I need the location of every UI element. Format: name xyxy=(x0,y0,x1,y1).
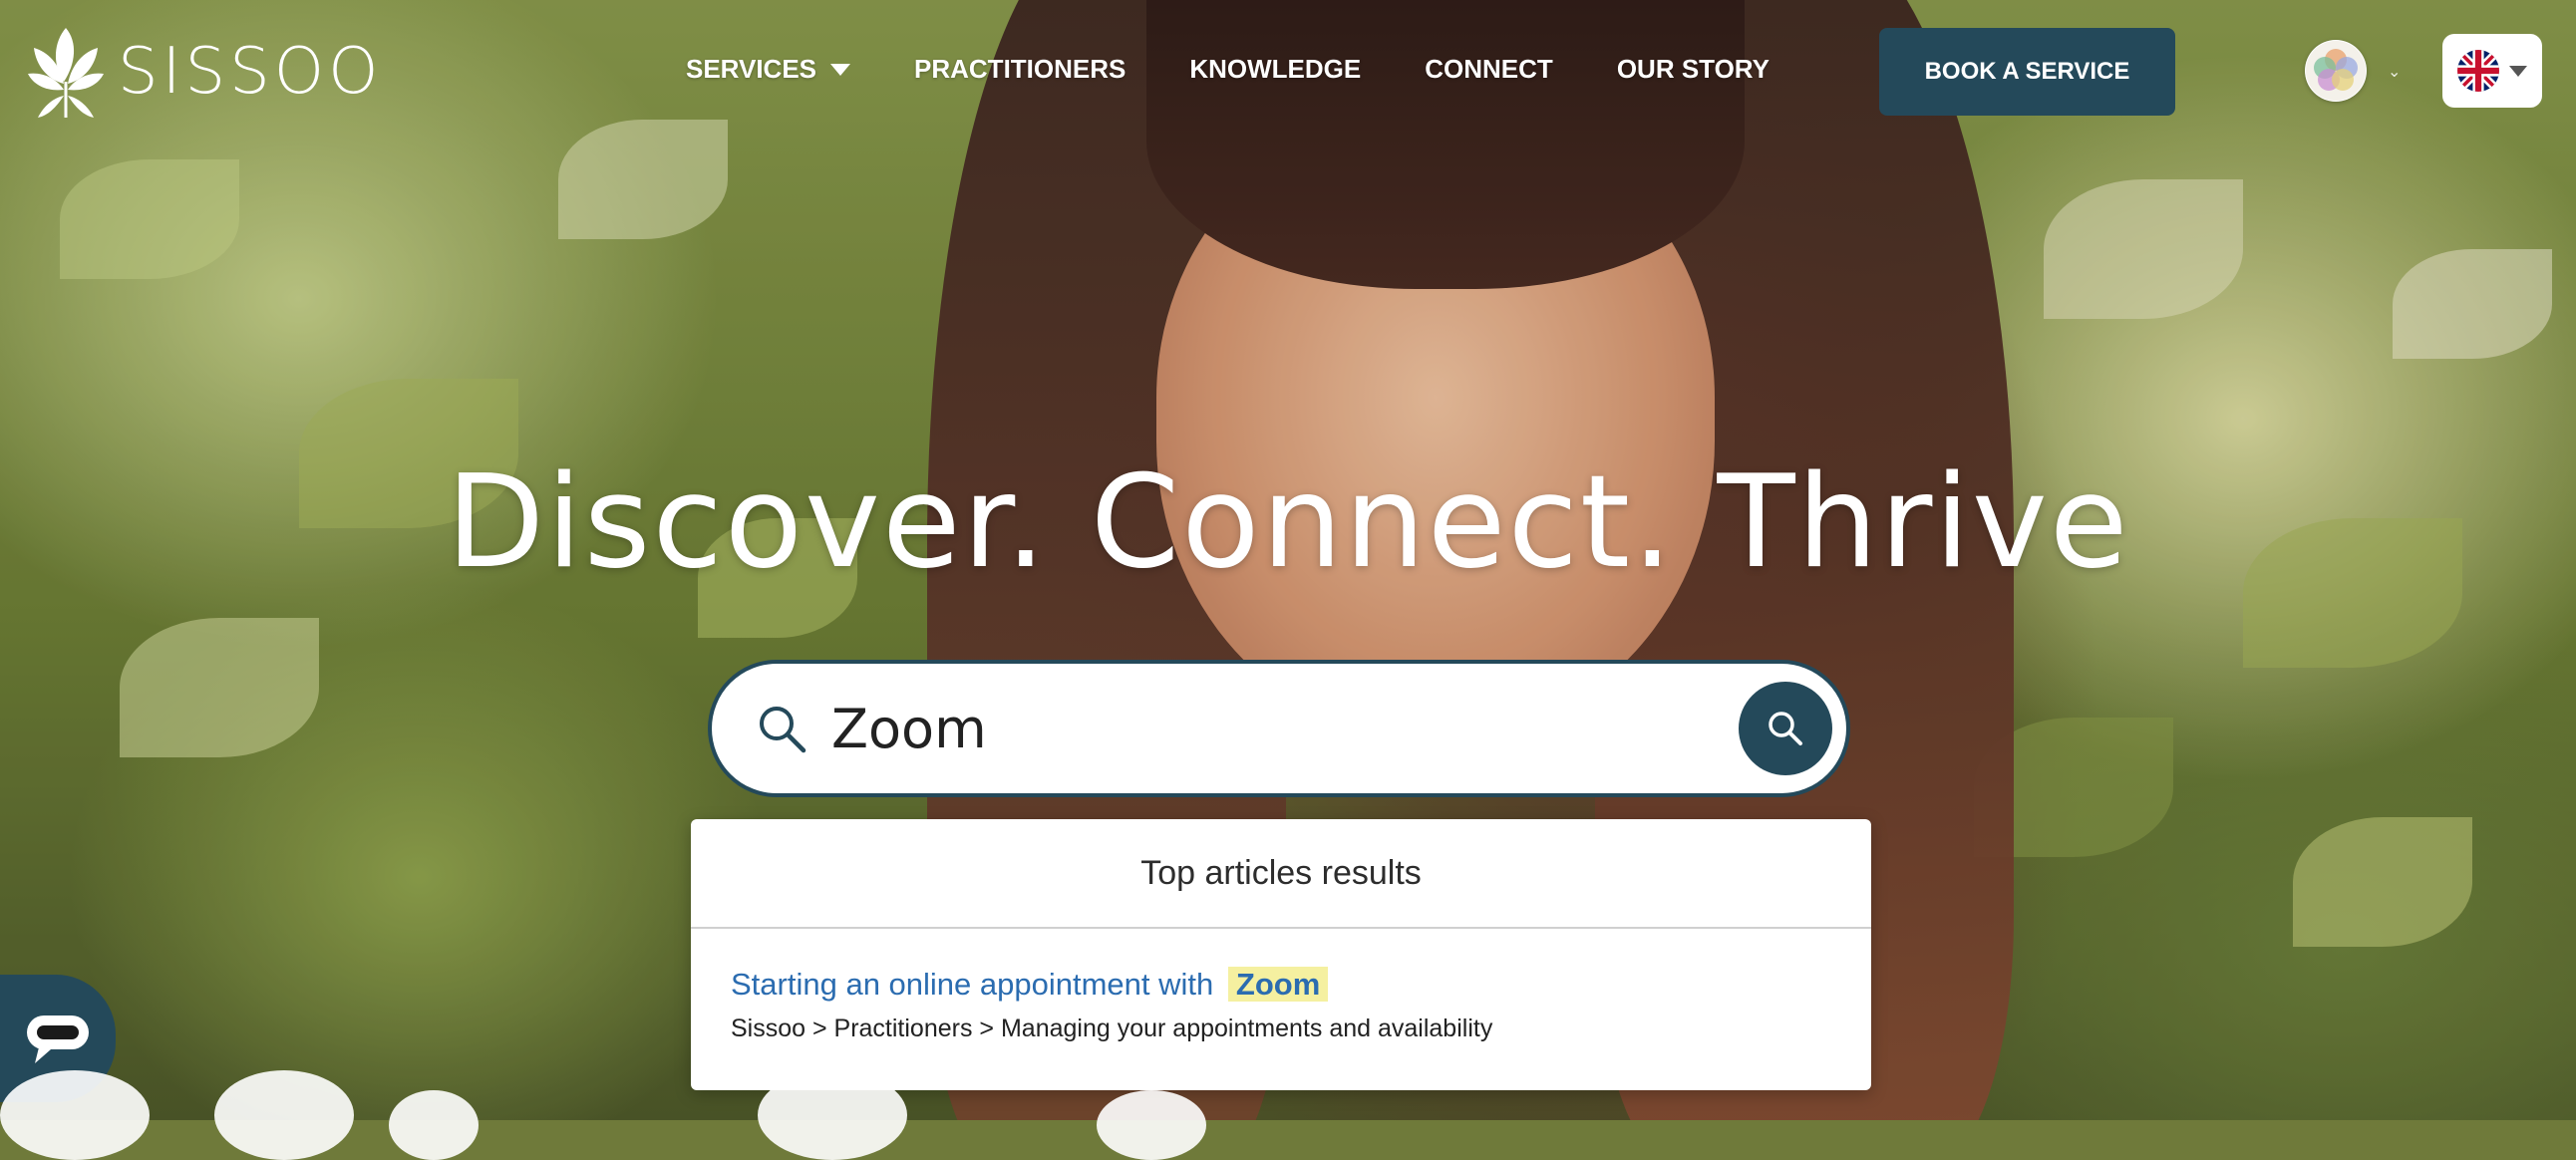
profile-avatar[interactable] xyxy=(2305,40,2367,102)
leaf-logo-icon xyxy=(28,28,104,118)
chevron-down-icon xyxy=(830,63,851,76)
search-icon xyxy=(760,707,806,753)
search-input[interactable] xyxy=(829,696,1681,761)
logo[interactable]: SISSOO xyxy=(26,24,383,120)
site-header: SISSOO SERVICES PRACTITIONERS KNOWLEDGE … xyxy=(0,0,2576,140)
result-breadcrumb: Sissoo > Practitioners > Managing your a… xyxy=(731,1015,1493,1042)
search-bar xyxy=(708,660,1850,797)
decorative-shapes xyxy=(0,1070,2576,1160)
book-a-service-button[interactable]: BOOK A SERVICE xyxy=(1879,28,2175,116)
nav-connect-label: CONNECT xyxy=(1425,54,1553,84)
mandala-avatar-icon xyxy=(2306,41,2366,101)
language-selector[interactable] xyxy=(2442,34,2542,108)
nav-practitioners[interactable]: PRACTITIONERS xyxy=(914,54,1126,85)
main-nav: SERVICES PRACTITIONERS KNOWLEDGE CONNECT… xyxy=(686,54,1833,85)
result-title-text: Starting an online appointment with xyxy=(731,967,1214,1002)
brand-name: SISSOO xyxy=(118,35,383,109)
uk-flag-icon xyxy=(2457,50,2499,92)
hero-title: Discover. Connect. Thrive xyxy=(446,448,2130,597)
nav-practitioners-label: PRACTITIONERS xyxy=(914,54,1127,84)
nav-services[interactable]: SERVICES xyxy=(686,54,851,85)
nav-knowledge[interactable]: KNOWLEDGE xyxy=(1189,54,1361,85)
results-header: Top articles results xyxy=(691,819,1871,929)
chat-icon xyxy=(27,1015,89,1063)
chevron-down-icon xyxy=(2509,65,2527,77)
result-title-match: Zoom xyxy=(1227,967,1329,1002)
search-submit-button[interactable] xyxy=(1739,682,1832,775)
nav-knowledge-label: KNOWLEDGE xyxy=(1189,54,1362,84)
search-results-dropdown: Top articles results Starting an online … xyxy=(691,819,1871,1090)
nav-our-story[interactable]: OUR STORY xyxy=(1617,54,1770,85)
result-title[interactable]: Starting an online appointment with Zoom xyxy=(731,967,1871,1003)
search-icon xyxy=(1769,712,1802,745)
profile-chevron-icon[interactable]: ⌄ xyxy=(2388,62,2401,82)
nav-connect[interactable]: CONNECT xyxy=(1425,54,1553,85)
nav-services-label: SERVICES xyxy=(686,54,817,84)
result-item[interactable]: Starting an online appointment with Zoom… xyxy=(691,929,1871,1043)
nav-our-story-label: OUR STORY xyxy=(1616,54,1770,84)
